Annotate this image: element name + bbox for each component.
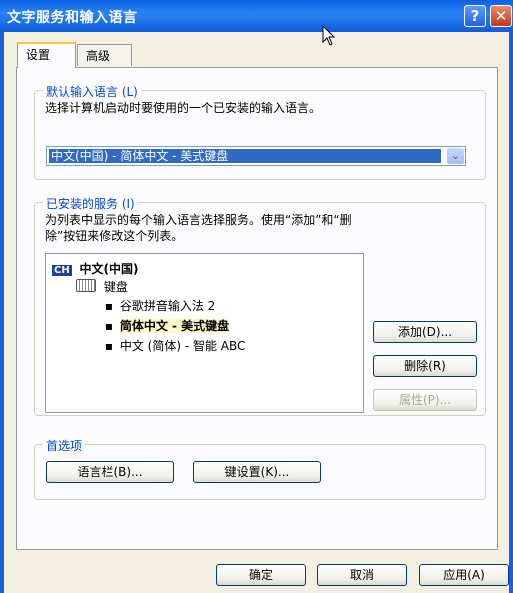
- mouse-cursor-icon: [322, 25, 336, 46]
- tab-settings-label: 设置: [26, 48, 51, 62]
- language-bar-button[interactable]: 语言栏(B)...: [46, 461, 174, 483]
- keyboard-category-label: 键盘: [103, 280, 128, 294]
- dropdown-button[interactable]: ⌄: [447, 148, 464, 164]
- help-button[interactable]: ?: [464, 5, 486, 27]
- default-language-select[interactable]: 中文(中国) - 简体中文 - 美式键盘 ⌄: [46, 146, 466, 166]
- close-button[interactable]: ✕: [490, 5, 512, 27]
- list-item-label: 简体中文 - 美式键盘: [119, 319, 230, 333]
- chevron-down-icon: ⌄: [450, 149, 461, 162]
- add-button[interactable]: 添加(D)...: [373, 321, 477, 343]
- window-frame-left: [0, 32, 4, 593]
- installed-services-description-1: 为列表中显示的每个输入语言选择服务。使用“添加”和“删: [45, 213, 352, 227]
- list-item-label: 中文 (简体) - 智能 ABC: [119, 339, 246, 353]
- tab-advanced-label: 高级: [86, 49, 111, 63]
- window-title: 文字服务和输入语言: [7, 10, 138, 26]
- default-language-description: 选择计算机启动时要使用的一个已安装的输入语言。: [45, 101, 322, 115]
- help-icon: ?: [470, 7, 480, 25]
- list-item-selected[interactable]: ▪ 简体中文 - 美式键盘: [102, 317, 230, 334]
- tab-settings[interactable]: 设置: [17, 42, 76, 68]
- close-icon: ✕: [494, 7, 508, 25]
- list-item-label: 谷歌拼音输入法 2: [119, 299, 216, 313]
- apply-button[interactable]: 应用(A): [419, 564, 509, 586]
- installed-services-list[interactable]: CH 中文(中国) 键盘 ▪ 谷歌拼音输入法 2 ▪ 简体中文 - 美式键盘 ▪…: [45, 253, 364, 413]
- remove-button[interactable]: 删除(R): [373, 355, 477, 377]
- default-language-group: 默认输入语言 (L) 选择计算机启动时要使用的一个已安装的输入语言。: [34, 83, 486, 180]
- default-language-value: 中文(中国) - 简体中文 - 美式键盘: [49, 149, 441, 163]
- key-settings-button[interactable]: 键设置(K)...: [193, 461, 321, 483]
- keyboard-icon: [76, 279, 96, 292]
- installed-services-legend: 已安装的服务 (I): [43, 195, 138, 212]
- list-item[interactable]: ▪ 中文 (简体) - 智能 ABC: [102, 337, 245, 354]
- keyboard-category-node[interactable]: 键盘: [76, 278, 128, 295]
- language-badge: CH: [52, 265, 72, 276]
- list-item[interactable]: ▪ 谷歌拼音输入法 2: [102, 297, 215, 314]
- title-bar: 文字服务和输入语言 ? ✕: [0, 0, 513, 32]
- bullet-icon: ▪: [104, 319, 114, 333]
- language-node[interactable]: CH 中文(中国): [52, 260, 139, 277]
- tab-advanced[interactable]: 高级: [77, 44, 132, 66]
- default-language-legend: 默认输入语言 (L): [43, 83, 141, 100]
- cancel-button[interactable]: 取消: [317, 564, 407, 586]
- language-label: 中文(中国): [79, 262, 139, 276]
- bullet-icon: ▪: [104, 299, 114, 313]
- installed-services-description-2: 除”按钮来修改这个列表。: [45, 229, 184, 243]
- preferences-legend: 首选项: [43, 437, 86, 454]
- bullet-icon: ▪: [104, 339, 114, 353]
- properties-button[interactable]: 属性(P)...: [373, 389, 477, 411]
- ok-button[interactable]: 确定: [216, 564, 306, 586]
- window-frame-right: [509, 32, 513, 593]
